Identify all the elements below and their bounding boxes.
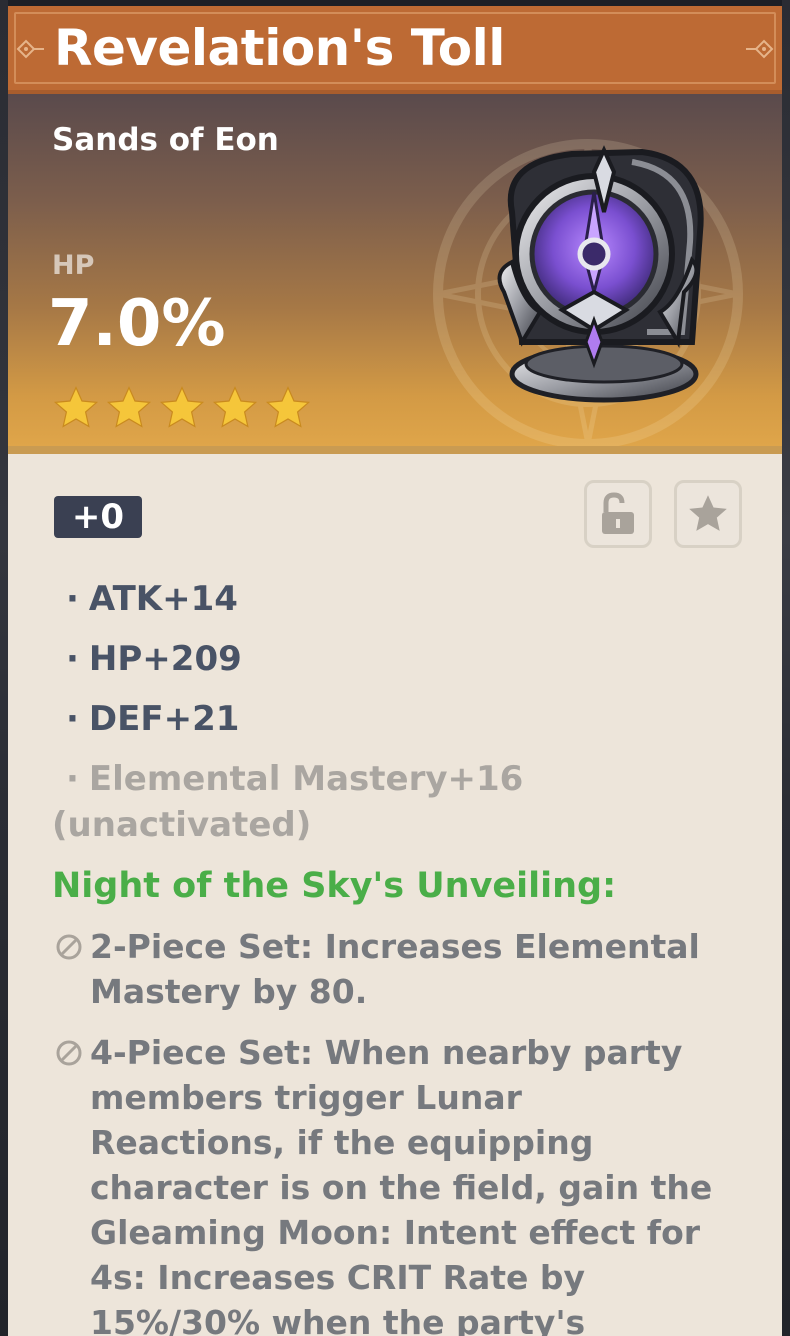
set-effect-line: Mastery by 80.: [90, 972, 368, 1011]
rarity-star-icon: [212, 386, 258, 428]
rarity-star-icon: [159, 386, 205, 428]
rarity-star-icon: [106, 386, 152, 428]
lock-open-icon: [602, 492, 634, 534]
unactivated-label: (unactivated): [52, 805, 312, 845]
set-effect-line: character is on the field, gain the: [90, 1168, 713, 1207]
bullet: ·: [66, 699, 79, 739]
background-right: [782, 0, 790, 1336]
disabled-icon: [56, 1040, 82, 1066]
substat-text: Elemental Mastery+16: [88, 759, 524, 799]
bullet: ·: [66, 579, 79, 619]
set-effect-line: Gleaming Moon: Intent effect for: [90, 1213, 701, 1252]
substat-atk: · ATK+14: [66, 578, 238, 620]
artifact-image: [497, 145, 704, 403]
set-effect-line: 4s: Increases CRIT Rate by: [90, 1258, 586, 1297]
set-effect-line: 4-Piece Set: When nearby party: [90, 1033, 683, 1072]
favorite-button[interactable]: [674, 480, 742, 548]
level-badge: +0: [54, 496, 142, 538]
ornament-icon-left: [16, 39, 44, 59]
substat-text: HP+209: [88, 639, 242, 679]
bullet: ·: [66, 759, 79, 799]
artifact-details: +0 · ATK+14 · HP+209 · DEF+21 · Elemental Ma…: [8, 454, 782, 1336]
ornament-icon-right: [746, 39, 774, 59]
rarity-stars: [52, 384, 312, 432]
set-effect-line: 15%/30% when the party's: [90, 1303, 586, 1336]
artifact-hero: Sands of Eon HP 7.0%: [8, 94, 782, 450]
title-bar: Revelation's Toll: [8, 6, 782, 94]
substat-elemental-mastery: · Elemental Mastery+16: [66, 758, 523, 800]
main-stat-value: 7.0%: [48, 287, 226, 361]
set-effect-line: 2-Piece Set: Increases Elemental: [90, 927, 700, 966]
substat-text: ATK+14: [88, 579, 238, 619]
set-effect-line: members trigger Lunar: [90, 1078, 522, 1117]
star-icon: [689, 495, 727, 531]
disabled-icon: [56, 934, 82, 960]
set-effect-2pc: 2-Piece Set: Increases Elemental Mastery…: [56, 924, 750, 1014]
background-left: [0, 0, 8, 1336]
substat-text: DEF+21: [88, 699, 240, 739]
rarity-star-icon: [265, 386, 311, 428]
artifact-detail-panel: Revelation's Toll Sands of Eon HP 7.0% +…: [8, 6, 782, 1336]
rarity-star-icon: [53, 386, 99, 428]
lock-button[interactable]: [584, 480, 652, 548]
set-effect-4pc: 4-Piece Set: When nearby party members t…: [56, 1030, 750, 1336]
set-effect-line: Reactions, if the equipping: [90, 1123, 594, 1162]
artifact-name: Revelation's Toll: [54, 19, 505, 77]
hero-divider: [8, 446, 782, 454]
piece-type: Sands of Eon: [52, 122, 279, 158]
main-stat-label: HP: [52, 250, 95, 281]
bullet: ·: [66, 639, 79, 679]
substat-hp: · HP+209: [66, 638, 242, 680]
substat-def: · DEF+21: [66, 698, 239, 740]
set-name: Night of the Sky's Unveiling:: [52, 866, 617, 906]
